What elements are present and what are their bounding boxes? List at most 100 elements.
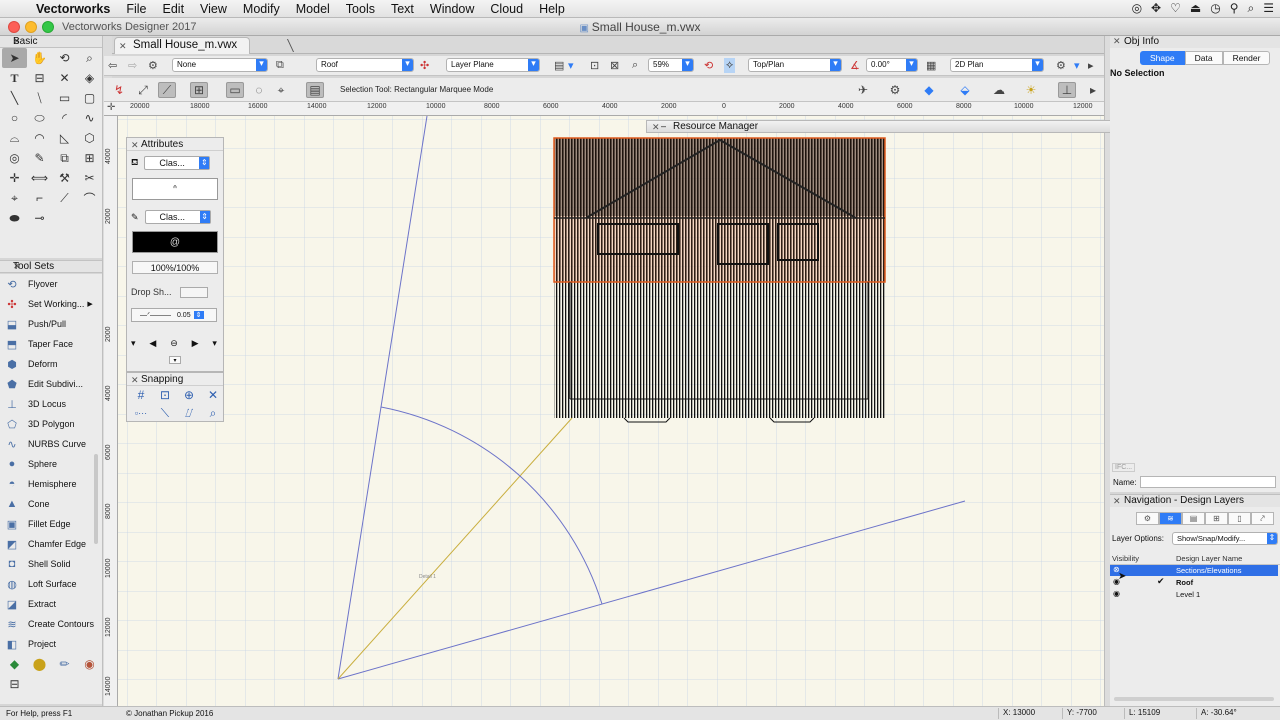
toolset-item-taper-face[interactable]: ⬒ Taper Face [0,334,102,354]
toolset-item-fillet-edge[interactable]: ▣ Fillet Edge [0,514,102,534]
drop-shadow-toggle[interactable] [179,286,208,298]
tab-shape[interactable]: Shape [1140,51,1185,65]
menu-file[interactable]: File [126,2,146,16]
sheet-menu-icon[interactable]: ▾ [568,58,574,73]
opacity-field[interactable]: 100%/100% [132,261,218,274]
navigation-header[interactable]: ✕ Navigation - Design Layers [1110,494,1280,507]
end-arrow-icon[interactable]: ▶ [192,338,199,349]
collapse-icon[interactable]: – [661,121,666,131]
projection-menu-icon[interactable]: ▾ [1074,58,1080,73]
toolset-item-nurbs-curve[interactable]: ∿ NURBS Curve [0,434,102,454]
pan-icon[interactable]: ✈ [854,82,872,98]
modebar-more-icon[interactable]: ▸ [1084,82,1102,98]
pan-tool-icon[interactable]: ✋ [27,48,52,68]
flyover-tool-icon[interactable]: ⟲ [52,48,77,68]
toolset-item-edit-subdivision[interactable]: ⬟ Edit Subdivi... [0,374,102,394]
visibility-icon[interactable]: ◉ [1113,589,1120,598]
snap-edge-icon[interactable]: ⌕ [201,404,225,422]
menu-window[interactable]: Window [430,2,474,16]
snap-distance-icon[interactable]: ▫··· [129,404,153,422]
references-icon[interactable]: ⤤ [1251,512,1274,525]
sheet-icon[interactable]: ▤ [554,58,564,73]
obj-info-header[interactable]: ✕ Obj Info [1110,36,1280,48]
circle-tool-icon[interactable]: ○ [2,108,27,128]
viewports-icon[interactable]: ⊞ [1205,512,1228,525]
callout-tool-icon[interactable]: ⊟ [27,68,52,88]
rectangular-marquee-mode-icon[interactable]: ▭ [226,82,244,98]
ruler-top[interactable]: ✛ 20000 18000 16000 14000 12000 10000 80… [104,102,1104,116]
snap-tangent-icon[interactable]: ⟍ [153,404,177,422]
line-weight-field[interactable]: —ᐟ——— 0.05 ⇕ [131,308,217,322]
menu-tools[interactable]: Tools [346,2,375,16]
oval-tool-icon[interactable]: ⬭ [27,108,52,128]
line-tool-icon[interactable]: ╲ [2,88,27,108]
spiral-tool-icon[interactable]: ◎ [2,148,27,168]
resource-manager-bar[interactable]: ✕ – Resource Manager [646,120,1118,133]
column-visibility[interactable]: Visibility [1112,554,1139,563]
snapping-header[interactable]: ✕ Snapping [127,373,223,386]
saved-views-icon[interactable]: ▯ [1228,512,1251,525]
toolsets-header[interactable]: ✕ Tool Sets [0,260,102,273]
rounded-rect-tool-icon[interactable]: ▢ [77,88,102,108]
column-layer-name[interactable]: Design Layer Name [1176,554,1242,563]
menu-edit[interactable]: Edit [163,2,185,16]
menu-model[interactable]: Model [296,2,330,16]
toolset-item-cone[interactable]: ▲ Cone [0,494,102,514]
resize-mode-icon[interactable]: ⤢ [134,82,152,98]
dropbox-icon[interactable]: ✥ [1151,1,1161,16]
zoom-icon[interactable]: ⌕ [632,58,638,73]
toolset-item-hemisphere[interactable]: ◓ Hemisphere [0,474,102,494]
forward-icon[interactable]: ⇨ [128,58,137,73]
app-menu[interactable]: Vectorworks [36,2,110,16]
visualization-toolset-icon[interactable]: ⬤ [27,654,52,674]
tab-small-house[interactable]: ✕ Small House_m.vwx [114,37,251,54]
house-elevation[interactable] [553,137,886,423]
expand-toggle-icon[interactable]: ▾ [169,356,181,364]
lasso-mode-icon[interactable]: ◌ [250,82,268,98]
fit-view-icon[interactable]: ⊡ [590,58,599,73]
toolset-item-extract[interactable]: ◪ Extract [0,594,102,614]
clock-icon[interactable]: ◷ [1210,1,1220,16]
settings-icon[interactable]: ⚙ [886,82,904,98]
toolsets-scrollbar[interactable] [93,274,99,654]
no-select-icon[interactable]: ↯ [110,82,128,98]
list-icon[interactable]: ☰ [1263,1,1274,16]
navigation-scrollbar[interactable] [1114,697,1274,701]
text-tool-icon[interactable]: T [2,68,27,88]
chamfer-tool-icon[interactable]: ⌒ [77,188,102,208]
mirror-tool-icon[interactable]: ⟺ [27,168,52,188]
reshape-tool-icon[interactable]: ⌖ [2,188,27,208]
menu-text[interactable]: Text [391,2,414,16]
rotate-mode-icon[interactable]: ⟋ [158,82,176,98]
scroll-thumb[interactable] [94,454,98,544]
layer-row-level-1[interactable]: ◉ Level 1 [1110,589,1278,600]
active-class-dropdown[interactable]: None [172,58,268,72]
fill-swatch[interactable]: ᐢ [132,178,218,200]
fillet-tool-icon[interactable]: ⌐ [27,188,52,208]
tab-data[interactable]: Data [1184,51,1223,65]
rectangle-tool-icon[interactable]: ▭ [52,88,77,108]
cc-icon[interactable]: ◎ [1132,1,1142,16]
arc-tool-icon[interactable]: ◜ [52,108,77,128]
dimension-tool-icon[interactable]: ⬬ [2,208,27,228]
trim-tool-icon[interactable]: ✂ [77,168,102,188]
move-tool-icon[interactable]: ✛ [2,168,27,188]
start-arrow-icon[interactable]: ◀ [149,338,156,349]
building-shell-toolset-icon[interactable]: ◉ [77,654,102,674]
active-layer-dropdown[interactable]: Roof [316,58,414,72]
design-layers-icon[interactable]: ≋ [1159,512,1182,525]
detailing-toolset-icon[interactable]: ✏ [52,654,77,674]
offset-tool-icon[interactable]: ⊞ [77,148,102,168]
ruler-origin-icon[interactable]: ✛ [107,102,115,113]
pen-swatch[interactable]: @ [132,231,218,253]
new-tab-button[interactable] [286,39,302,52]
snap-object-icon[interactable]: ⬙ [956,82,974,98]
drawing-area[interactable]: ✛ 20000 18000 16000 14000 12000 10000 80… [104,102,1104,706]
toolset-item-flyover[interactable]: ⟲ Flyover [0,274,102,294]
close-icon[interactable]: ✕ [1113,496,1121,507]
toolset-item-shell-solid[interactable]: ◘ Shell Solid [0,554,102,574]
attributes-header[interactable]: ✕ Attributes [127,138,223,151]
menu-modify[interactable]: Modify [243,2,280,16]
toolset-item-3d-locus[interactable]: ⊥ 3D Locus [0,394,102,414]
standard-view-dropdown[interactable]: Top/Plan [748,58,842,72]
